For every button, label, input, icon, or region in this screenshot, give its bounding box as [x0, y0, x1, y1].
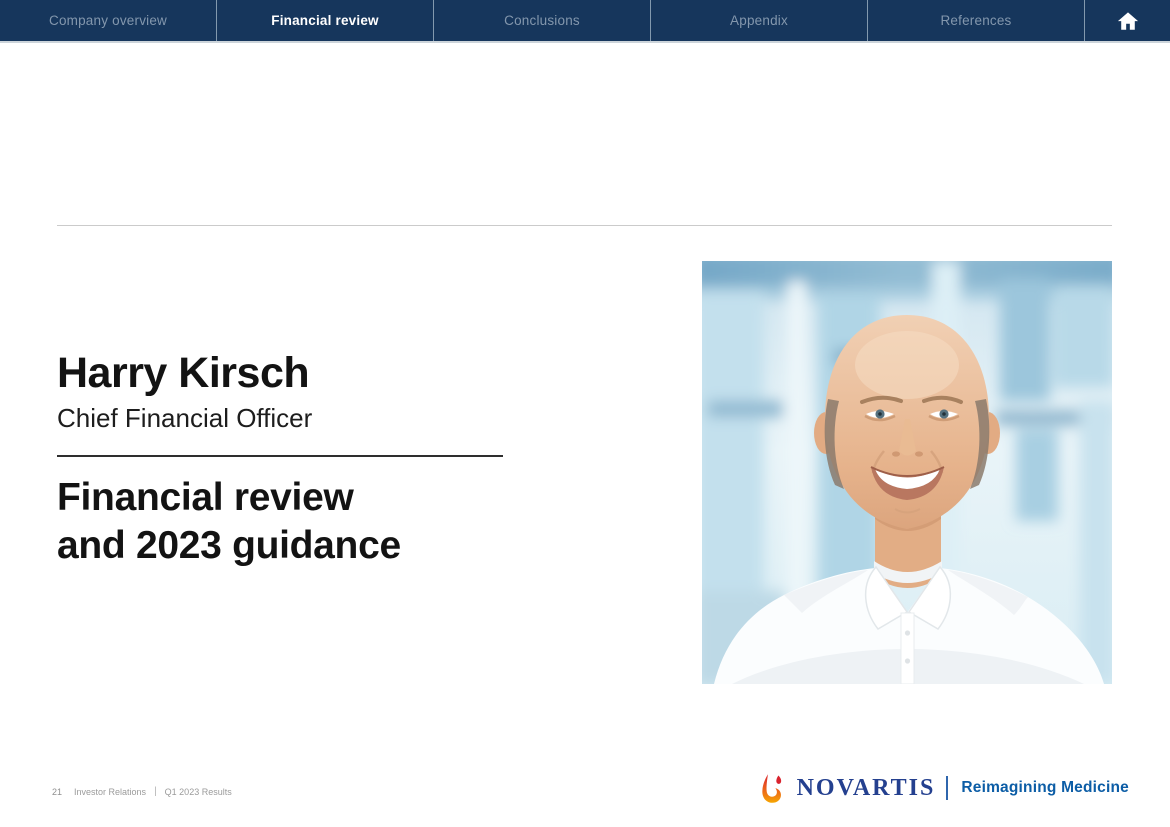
nav-tab-appendix[interactable]: Appendix: [651, 0, 868, 41]
home-icon: [1117, 10, 1139, 32]
portrait-photo: [702, 261, 1112, 684]
slide-title: Financial review and 2023 guidance: [57, 474, 401, 570]
footer-separator: |: [154, 786, 157, 797]
footer-context: Q1 2023 Results: [165, 787, 232, 797]
nav-tab-label: Appendix: [730, 13, 788, 28]
speaker-name: Harry Kirsch: [57, 349, 309, 398]
nav-tab-references[interactable]: References: [868, 0, 1085, 41]
top-nav-bar: Company overview Financial review Conclu…: [0, 0, 1170, 43]
nav-tab-label: Company overview: [49, 13, 167, 28]
slide-title-line1: Financial review: [57, 476, 354, 519]
slide-title-line2: and 2023 guidance: [57, 524, 401, 567]
brand-divider: [946, 776, 948, 800]
footer-section: Investor Relations: [74, 787, 146, 797]
horizontal-divider: [57, 225, 1112, 226]
nav-tab-conclusions[interactable]: Conclusions: [434, 0, 651, 41]
presentation-slide: Company overview Financial review Conclu…: [0, 0, 1170, 827]
page-number: 21: [52, 787, 62, 797]
title-underline: [57, 455, 503, 457]
novartis-logo: NOVARTIS Reimagining Medicine: [758, 771, 1129, 805]
portrait-illustration: [702, 261, 1112, 684]
brand-tagline: Reimagining Medicine: [961, 779, 1129, 797]
nav-home-button[interactable]: [1085, 0, 1170, 41]
nav-tab-label: References: [940, 13, 1011, 28]
novartis-wordmark: NOVARTIS: [797, 775, 936, 802]
novartis-flame-icon: [758, 773, 784, 804]
nav-tab-financial-review[interactable]: Financial review: [217, 0, 434, 41]
nav-tab-company-overview[interactable]: Company overview: [0, 0, 217, 41]
speaker-title: Chief Financial Officer: [57, 403, 312, 434]
nav-tab-label: Financial review: [271, 13, 379, 28]
nav-tab-label: Conclusions: [504, 13, 580, 28]
footer-meta: 21 Investor Relations | Q1 2023 Results: [52, 786, 232, 797]
